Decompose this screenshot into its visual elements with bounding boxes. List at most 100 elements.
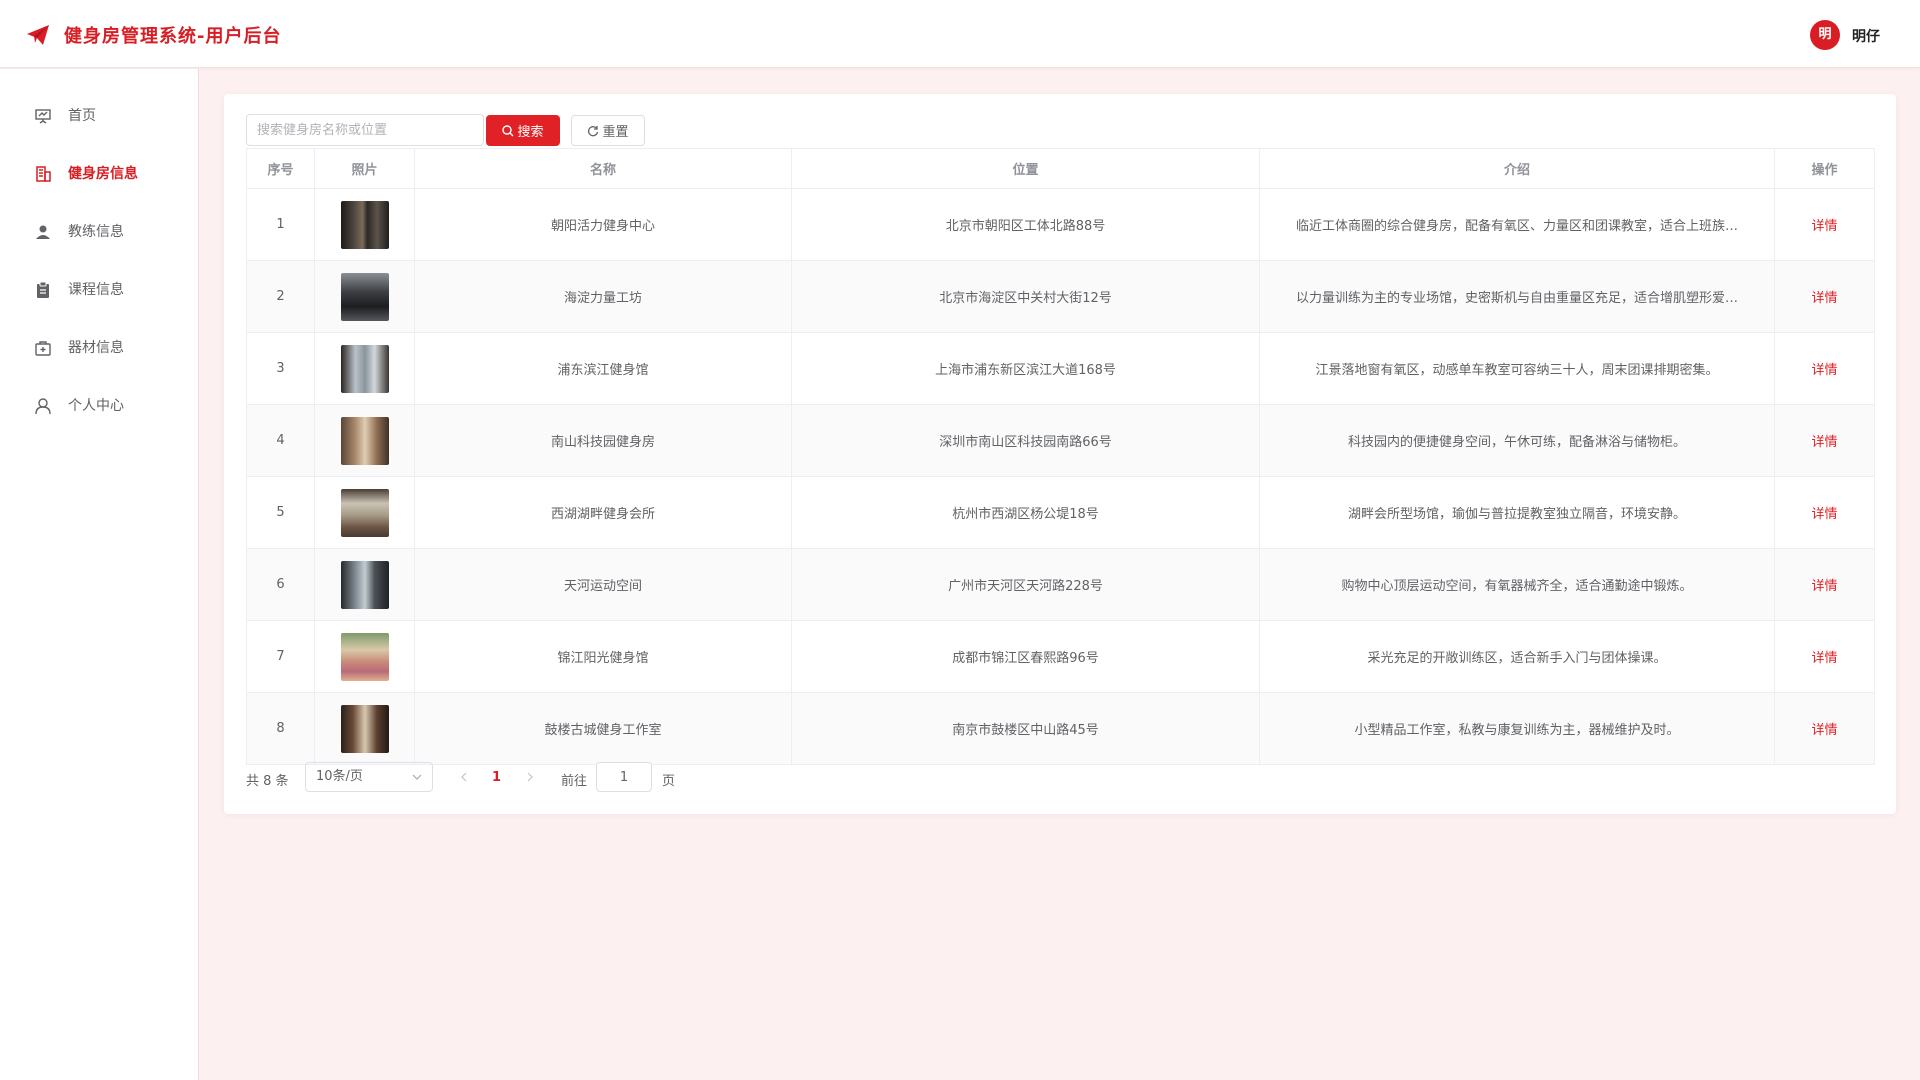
table-row: 3 浦东滨江健身馆 上海市浦东新区滨江大道168号 江景落地窗有氧区，动感单车教… <box>246 332 1875 405</box>
reset-button-label: 重置 <box>602 125 629 140</box>
row-action-cell: 详情 <box>1774 692 1875 765</box>
paper-plane-icon <box>27 25 49 45</box>
row-name: 天河运动空间 <box>414 548 792 621</box>
detail-link[interactable]: 详情 <box>1811 507 1837 522</box>
search-input[interactable] <box>246 114 484 146</box>
column-header-photo: 照片 <box>314 148 415 189</box>
row-location: 成都市锦江区春熙路96号 <box>791 620 1260 693</box>
row-name: 浦东滨江健身馆 <box>414 332 792 405</box>
row-location: 杭州市西湖区杨公堤18号 <box>791 476 1260 549</box>
goto-page-input[interactable] <box>596 762 652 792</box>
reset-button[interactable]: 重置 <box>571 115 645 146</box>
detail-link[interactable]: 详情 <box>1811 291 1837 306</box>
gym-photo[interactable] <box>340 632 389 681</box>
row-location: 南京市鼓楼区中山路45号 <box>791 692 1260 765</box>
row-action-cell: 详情 <box>1774 260 1875 333</box>
row-location: 广州市天河区天河路228号 <box>791 548 1260 621</box>
gym-table: 序号 照片 名称 位置 介绍 操作 1 朝阳活力健身中心 北京市朝阳区工体北路8… <box>246 148 1875 765</box>
gym-photo[interactable] <box>340 344 389 393</box>
sidebar-item-course-info[interactable]: 课程信息 <box>0 261 198 319</box>
detail-link[interactable]: 详情 <box>1811 219 1837 234</box>
sidebar-item-gym-info[interactable]: 健身房信息 <box>0 145 198 203</box>
first-aid-box-icon <box>35 341 51 356</box>
table-row: 6 天河运动空间 广州市天河区天河路228号 购物中心顶层运动空间，有氧器械齐全… <box>246 548 1875 621</box>
row-action-cell: 详情 <box>1774 620 1875 693</box>
refresh-icon <box>588 125 599 136</box>
sidebar-item-label: 课程信息 <box>68 282 124 298</box>
row-photo-cell <box>314 188 415 261</box>
row-index: 2 <box>246 260 315 333</box>
search-button[interactable]: 搜索 <box>486 115 560 146</box>
row-name: 西湖湖畔健身会所 <box>414 476 792 549</box>
row-index: 3 <box>246 332 315 405</box>
chevron-right-icon[interactable] <box>524 770 536 784</box>
row-intro: 科技园内的便捷健身空间，午休可练，配备淋浴与储物柜。 <box>1259 404 1775 477</box>
sidebar-item-label: 首页 <box>68 108 96 124</box>
row-location: 北京市海淀区中关村大街12号 <box>791 260 1260 333</box>
search-button-label: 搜索 <box>517 125 544 140</box>
sidebar-item-coach-info[interactable]: 教练信息 <box>0 203 198 261</box>
column-header-name: 名称 <box>414 148 792 189</box>
column-header-location: 位置 <box>791 148 1260 189</box>
detail-link[interactable]: 详情 <box>1811 435 1837 450</box>
user-icon <box>36 225 50 239</box>
gym-photo[interactable] <box>340 416 389 465</box>
row-location: 深圳市南山区科技园南路66号 <box>791 404 1260 477</box>
detail-link[interactable]: 详情 <box>1811 723 1837 738</box>
column-header-action: 操作 <box>1774 148 1875 189</box>
search-icon <box>502 124 514 136</box>
gym-photo[interactable] <box>340 488 389 537</box>
gym-list-card: 搜索 重置 序号 照片 名称 位置 介绍 操作 1 朝阳活力健身中心 北京市朝阳… <box>224 94 1896 814</box>
person-outline-icon <box>35 398 51 415</box>
table-row: 5 西湖湖畔健身会所 杭州市西湖区杨公堤18号 湖畔会所型场馆，瑜伽与普拉提教室… <box>246 476 1875 549</box>
row-intro: 临近工体商圈的综合健身房，配备有氧区、力量区和团课教室，适合上班族… <box>1259 188 1775 261</box>
row-name: 南山科技园健身房 <box>414 404 792 477</box>
row-index: 7 <box>246 620 315 693</box>
row-location: 上海市浦东新区滨江大道168号 <box>791 332 1260 405</box>
row-index: 5 <box>246 476 315 549</box>
page-size-select[interactable]: 10条/页 <box>305 762 433 792</box>
column-header-intro: 介绍 <box>1259 148 1775 189</box>
gym-photo[interactable] <box>340 272 389 321</box>
row-intro: 小型精品工作室，私教与康复训练为主，器械维护及时。 <box>1259 692 1775 765</box>
row-photo-cell <box>314 332 415 405</box>
pagination-total: 共 8 条 <box>246 774 289 789</box>
row-action-cell: 详情 <box>1774 548 1875 621</box>
detail-link[interactable]: 详情 <box>1811 579 1837 594</box>
row-name: 朝阳活力健身中心 <box>414 188 792 261</box>
detail-link[interactable]: 详情 <box>1811 363 1837 378</box>
page-number-current[interactable]: 1 <box>492 770 501 785</box>
table-row: 8 鼓楼古城健身工作室 南京市鼓楼区中山路45号 小型精品工作室，私教与康复训练… <box>246 692 1875 765</box>
sidebar-item-label: 个人中心 <box>68 398 124 414</box>
row-photo-cell <box>314 548 415 621</box>
row-intro: 购物中心顶层运动空间，有氧器械齐全，适合通勤途中锻炼。 <box>1259 548 1775 621</box>
gym-photo[interactable] <box>340 200 389 249</box>
row-index: 6 <box>246 548 315 621</box>
user-name[interactable]: 明仔 <box>1852 26 1880 46</box>
row-action-cell: 详情 <box>1774 404 1875 477</box>
row-intro: 湖畔会所型场馆，瑜伽与普拉提教室独立隔音，环境安静。 <box>1259 476 1775 549</box>
sidebar: 首页 健身房信息 教练信息 课程信息 器材信息 个人中心 <box>0 69 199 1080</box>
row-index: 4 <box>246 404 315 477</box>
gym-photo[interactable] <box>340 704 389 753</box>
row-intro: 采光充足的开敞训练区，适合新手入门与团体操课。 <box>1259 620 1775 693</box>
building-icon <box>36 166 51 182</box>
sidebar-item-personal-center[interactable]: 个人中心 <box>0 377 198 435</box>
app-title: 健身房管理系统-用户后台 <box>64 26 282 47</box>
row-photo-cell <box>314 404 415 477</box>
row-location: 北京市朝阳区工体北路88号 <box>791 188 1260 261</box>
sidebar-item-equipment-info[interactable]: 器材信息 <box>0 319 198 377</box>
gym-photo[interactable] <box>340 560 389 609</box>
row-action-cell: 详情 <box>1774 188 1875 261</box>
row-intro: 江景落地窗有氧区，动感单车教室可容纳三十人，周末团课排期密集。 <box>1259 332 1775 405</box>
avatar[interactable]: 明 <box>1810 20 1840 50</box>
table-row: 2 海淀力量工坊 北京市海淀区中关村大街12号 以力量训练为主的专业场馆，史密斯… <box>246 260 1875 333</box>
detail-link[interactable]: 详情 <box>1811 651 1837 666</box>
row-name: 锦江阳光健身馆 <box>414 620 792 693</box>
clipboard-icon <box>37 281 49 298</box>
row-intro: 以力量训练为主的专业场馆，史密斯机与自由重量区充足，适合增肌塑形爱… <box>1259 260 1775 333</box>
page-size-value: 10条/页 <box>316 769 363 784</box>
sidebar-item-home[interactable]: 首页 <box>0 87 198 145</box>
row-action-cell: 详情 <box>1774 332 1875 405</box>
chevron-left-icon[interactable] <box>458 770 470 784</box>
